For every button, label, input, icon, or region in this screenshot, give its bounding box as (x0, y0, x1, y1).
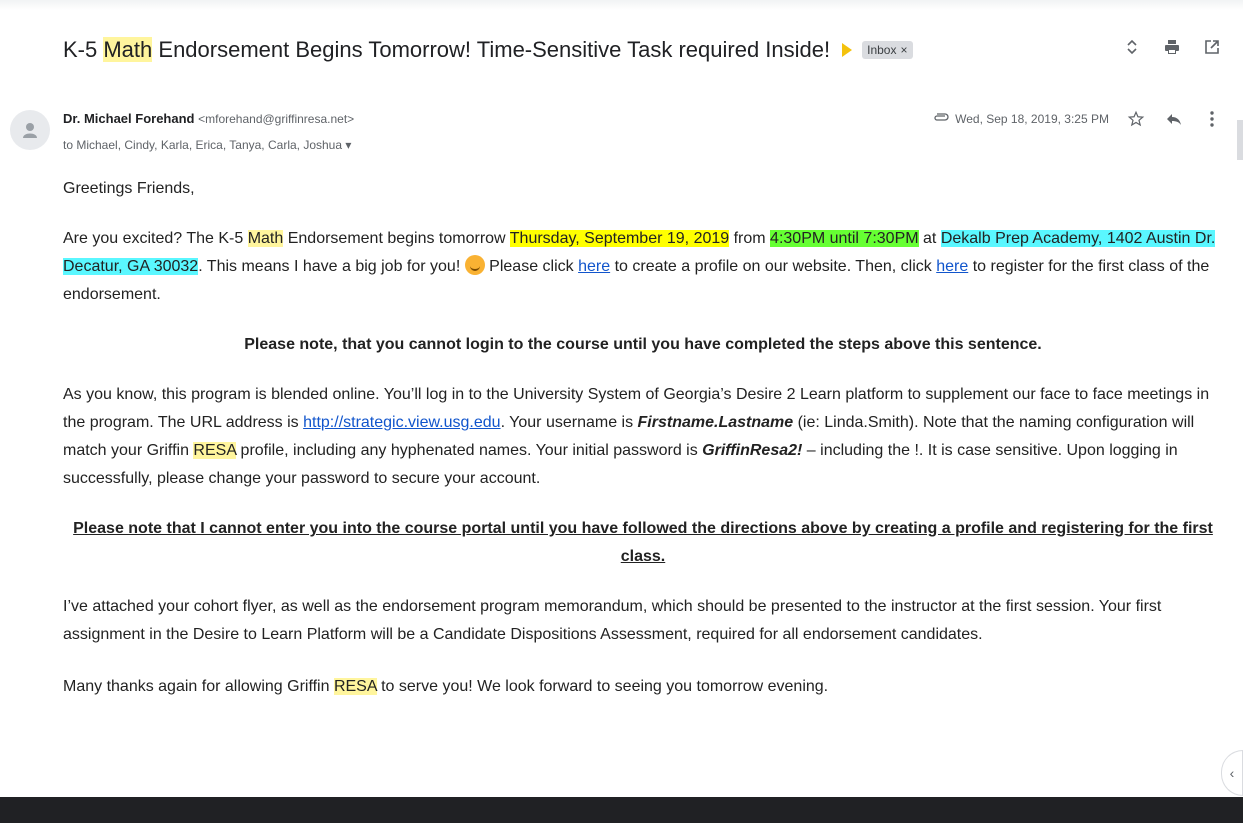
subject-row: K-5 Math Endorsement Begins Tomorrow! Ti… (63, 30, 1233, 70)
paragraph-attachments: I’ve attached your cohort flyer, as well… (63, 598, 1162, 643)
chevron-left-icon: ‹ (1229, 765, 1235, 781)
start-date-highlight: Thursday, September 19, 2019 (509, 230, 730, 247)
taskbar (0, 797, 1243, 823)
attachment-icon (933, 112, 949, 126)
recipients-line[interactable]: to Michael, Cindy, Karla, Erica, Tanya, … (63, 138, 351, 152)
time-highlight: 4:30PM until 7:30PM (770, 230, 919, 247)
message-meta: Wed, Sep 18, 2019, 3:25 PM (933, 108, 1223, 130)
open-in-new-window-icon[interactable] (1201, 36, 1223, 58)
message-date: Wed, Sep 18, 2019, 3:25 PM (955, 112, 1109, 126)
greeting: Greetings Friends, (63, 180, 195, 197)
email-subject: K-5 Math Endorsement Begins Tomorrow! Ti… (63, 37, 831, 62)
star-icon[interactable] (1125, 108, 1147, 130)
remove-label-icon[interactable]: × (900, 43, 907, 57)
paragraph-start-info: Are you excited? The K-5 Math Endorsemen… (63, 230, 1216, 303)
platform-url-link[interactable]: http://strategic.view.usg.edu (303, 414, 500, 431)
inbox-label-text: Inbox (867, 43, 897, 57)
scrollbar-thumb[interactable] (1237, 120, 1243, 160)
register-class-link[interactable]: here (936, 258, 968, 275)
sender-email: <mforehand@griffinresa.net> (198, 112, 355, 126)
sender-avatar[interactable] (10, 110, 50, 150)
note-portal: Please note that I cannot enter you into… (73, 520, 1213, 565)
username-format: Firstname.Lastname (637, 414, 794, 431)
smiley-emoji-icon (464, 255, 485, 275)
reply-icon[interactable] (1163, 108, 1185, 130)
print-icon[interactable] (1161, 36, 1183, 58)
sender-name[interactable]: Dr. Michael Forehand (63, 111, 194, 126)
side-panel-toggle[interactable]: ‹ (1221, 750, 1243, 796)
sender-line: Dr. Michael Forehand <mforehand@griffinr… (63, 111, 354, 126)
top-shadow (0, 0, 1243, 10)
expand-collapse-icon[interactable] (1121, 36, 1143, 58)
paragraph-platform-info: As you know, this program is blended onl… (63, 386, 1210, 487)
message-body: Greetings Friends, Are you excited? The … (63, 175, 1223, 701)
initial-password: GriffinResa2! (702, 442, 803, 459)
paragraph-thanks: Many thanks again for allowing Griffin R… (63, 678, 829, 695)
importance-marker-icon[interactable] (842, 43, 853, 57)
create-profile-link[interactable]: here (578, 258, 610, 275)
recipients-text: to Michael, Cindy, Karla, Erica, Tanya, … (63, 138, 343, 152)
inbox-label-chip: Inbox × (862, 41, 913, 59)
note-login: Please note, that you cannot login to th… (244, 336, 1042, 353)
thread-actions (1121, 36, 1223, 58)
recipients-details-dropdown-icon[interactable]: ▾ (345, 138, 351, 152)
more-options-icon[interactable] (1201, 108, 1223, 130)
